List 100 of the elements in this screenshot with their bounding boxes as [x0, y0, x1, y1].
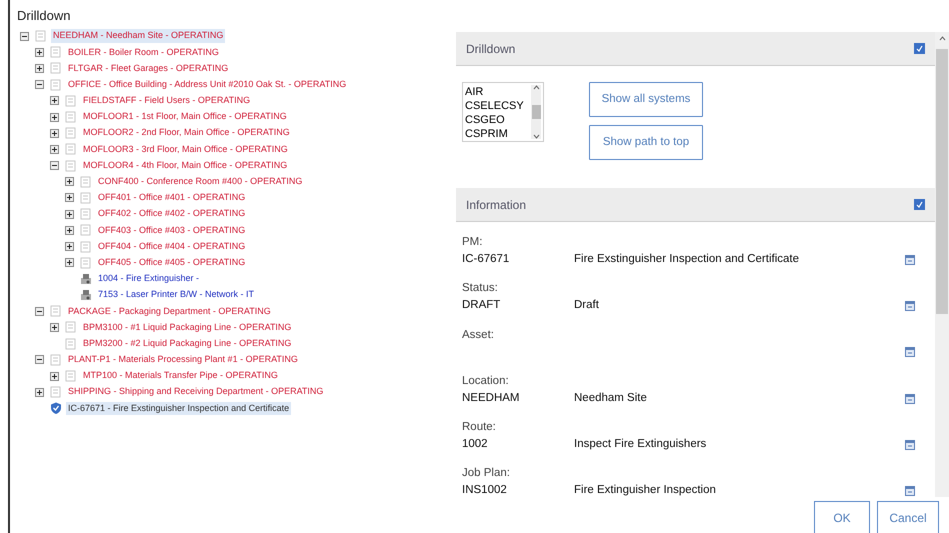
expand-icon[interactable] [50, 96, 59, 106]
lookup-icon[interactable] [905, 486, 915, 496]
tree-item[interactable]: MTP100 - Materials Transfer Pipe - OPERATING [81, 369, 280, 383]
tree-item[interactable]: MOFLOOR4 - 4th Floor, Main Office - OPERATING [81, 158, 290, 172]
expand-icon[interactable] [50, 144, 59, 154]
field-value: NEEDHAM [462, 390, 521, 406]
tree-item[interactable]: BPM3100 - #1 Liquid Packaging Line - OPERATING [81, 320, 294, 334]
listbox-option[interactable]: AIR [465, 85, 531, 99]
tree-item[interactable]: 7153 - Laser Printer B/W - Network - IT [96, 288, 256, 302]
collapse-section-icon[interactable] [914, 199, 925, 210]
document-icon [80, 256, 92, 269]
tree-item[interactable]: OFF402 - Office #402 - OPERATING [96, 207, 248, 221]
tree-item[interactable]: OFF405 - Office #405 - OPERATING [96, 256, 248, 270]
tree-item[interactable]: BOILER - Boiler Room - OPERATING [66, 46, 221, 60]
document-icon [80, 176, 92, 188]
expand-icon[interactable] [50, 322, 59, 332]
expand-icon[interactable] [65, 258, 74, 268]
window-title: Drilldown [16, 7, 72, 25]
ok-button[interactable]: OK [814, 501, 870, 533]
expand-icon[interactable] [50, 372, 59, 381]
tree-item[interactable]: NEEDHAM - Needham Site - OPERATING [51, 29, 226, 43]
tree-item[interactable]: FLTGAR - Fleet Garages - OPERATING [66, 62, 230, 76]
tree-item[interactable]: BPM3200 - #2 Liquid Packaging Line - OPERATING [81, 336, 294, 350]
lookup-icon[interactable] [905, 440, 915, 450]
listbox-option[interactable]: CSELECSY [465, 99, 531, 113]
lookup-icon[interactable] [905, 394, 915, 404]
field-description: Needham Site [574, 390, 648, 406]
document-icon [65, 160, 77, 172]
document-icon [80, 192, 92, 204]
tree-item[interactable]: MOFLOOR2 - 2nd Floor, Main Office - OPERATING [81, 126, 292, 140]
scroll-thumb[interactable] [532, 105, 540, 119]
document-icon [65, 321, 77, 334]
field-label: Route: [462, 420, 497, 435]
field-label: Location: [462, 374, 510, 389]
document-icon [50, 46, 62, 58]
field-description: Draft [574, 298, 600, 314]
field-description: Fire Exstinguisher Inspection and Certificate [574, 252, 800, 268]
field-value: IC-67671 [462, 252, 510, 268]
expand-icon[interactable] [65, 242, 74, 252]
lookup-icon[interactable] [905, 301, 915, 311]
scroll-up-icon[interactable] [532, 85, 540, 90]
listbox-option[interactable]: CSPRIM [465, 127, 531, 141]
lookup-icon[interactable] [905, 347, 915, 358]
listbox-option[interactable]: CSGEO [465, 113, 531, 127]
section-title: Information [466, 196, 526, 214]
tree-item[interactable]: IC-67671 - Fire Exstinguisher Inspection and Certificate [66, 402, 292, 416]
field-value: DRAFT [462, 298, 502, 314]
expand-icon[interactable] [65, 210, 74, 219]
field-description: Inspect Fire Extinguishers [574, 437, 708, 452]
scroll-down-icon[interactable] [532, 134, 540, 139]
tree-item[interactable]: 1004 - Fire Extinguisher - [96, 272, 202, 286]
field-label: Status: [462, 281, 499, 296]
document-icon [50, 354, 62, 366]
field-label: PM: [462, 235, 484, 250]
shield-check-icon [50, 402, 62, 414]
tree-item[interactable]: PACKAGE - Packaging Department - OPERATING [66, 304, 273, 318]
field-value: 1002 [462, 437, 489, 452]
tree-item[interactable]: OFFICE - Office Building - Address Unit #2010 Oak St. - OPERATING [66, 78, 348, 92]
collapse-icon[interactable] [20, 32, 29, 41]
collapse-icon[interactable] [35, 306, 44, 316]
expand-icon[interactable] [35, 48, 44, 57]
expand-icon[interactable] [65, 177, 74, 186]
expand-icon[interactable] [35, 64, 44, 73]
tree-item[interactable]: SHIPPING - Shipping and Receiving Department - OPERATING [66, 385, 326, 399]
scroll-thumb[interactable] [936, 49, 948, 314]
document-icon [50, 386, 62, 398]
collapse-icon[interactable] [35, 80, 44, 90]
collapse-section-icon[interactable] [914, 43, 925, 54]
tree-item[interactable]: CONF400 - Conference Room #400 - OPERATING [96, 175, 304, 189]
action-button[interactable]: Show path to top [589, 125, 703, 160]
expand-icon[interactable] [65, 226, 74, 235]
field-label: Asset: [462, 328, 495, 342]
expand-icon[interactable] [65, 193, 74, 202]
tree-item[interactable]: PLANT-P1 - Materials Processing Plant #1 - OPERATING [66, 353, 300, 367]
scroll-up-icon[interactable] [938, 36, 946, 41]
expand-icon[interactable] [50, 128, 59, 138]
collapse-icon[interactable] [35, 355, 44, 364]
expand-icon[interactable] [35, 388, 44, 397]
collapse-icon[interactable] [50, 161, 59, 170]
document-icon [35, 30, 47, 42]
tree-item[interactable]: MOFLOOR3 - 3rd Floor, Main Office - OPERATING [81, 142, 290, 156]
tree-item[interactable]: MOFLOOR1 - 1st Floor, Main Office - OPERATING [81, 110, 289, 124]
equipment-icon [80, 289, 92, 302]
tree-item[interactable]: OFF404 - Office #404 - OPERATING [96, 240, 248, 254]
document-icon [65, 94, 77, 107]
document-icon [65, 143, 77, 156]
section-title: Drilldown [466, 40, 516, 58]
cancel-button[interactable]: Cancel [877, 501, 939, 533]
lookup-icon[interactable] [905, 254, 915, 265]
document-icon [80, 224, 92, 236]
document-icon [80, 208, 92, 220]
system-listbox[interactable]: AIR CSELECSY CSGEO CSPRIM [462, 82, 544, 142]
expand-icon[interactable] [50, 112, 59, 122]
action-button[interactable]: Show all systems [589, 82, 703, 117]
tree-item[interactable]: OFF403 - Office #403 - OPERATING [96, 224, 248, 238]
tree-item[interactable]: OFF401 - Office #401 - OPERATING [96, 191, 248, 205]
document-icon [65, 127, 77, 140]
document-icon [50, 78, 62, 91]
tree-item[interactable]: FIELDSTAFF - Field Users - OPERATING [81, 94, 252, 108]
document-icon [65, 338, 77, 350]
